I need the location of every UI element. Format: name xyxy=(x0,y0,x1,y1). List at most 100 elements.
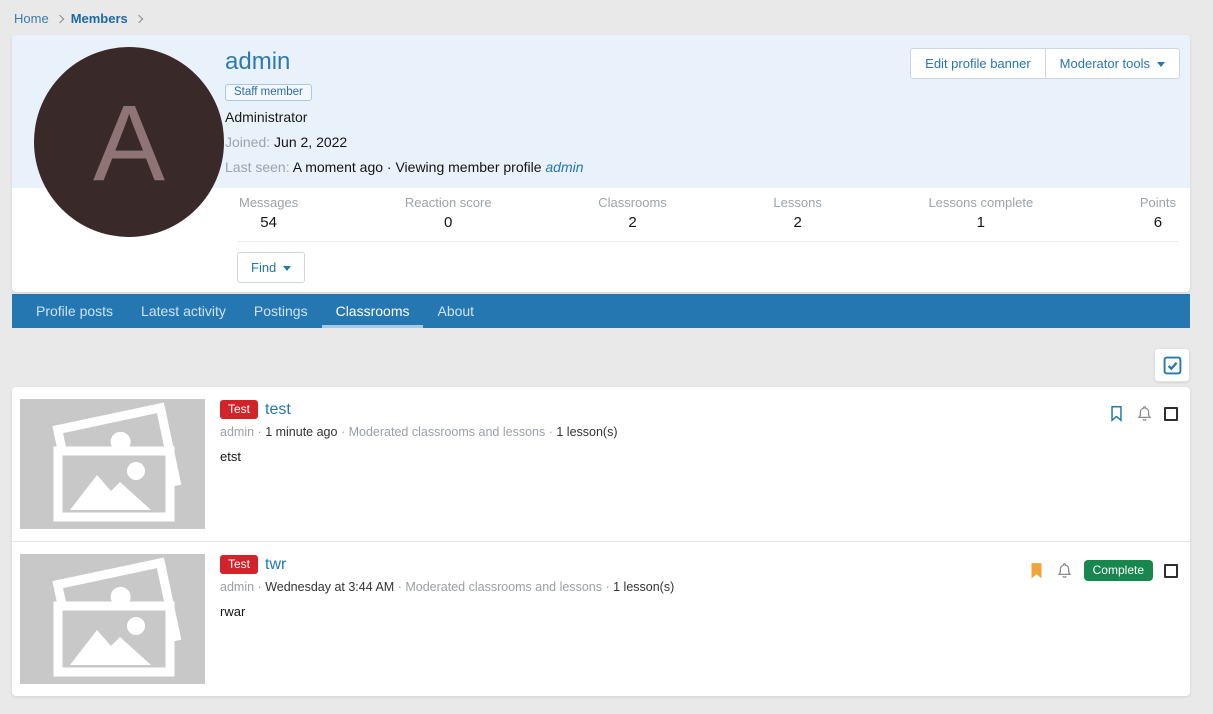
profile-stats: Messages 54 Reaction score 0 Classrooms … xyxy=(237,188,1178,242)
classroom-item: Test test admin · 1 minute ago · Moderat… xyxy=(12,387,1190,541)
stat-label[interactable]: Classrooms xyxy=(598,195,667,210)
bell-icon[interactable] xyxy=(1056,562,1073,579)
user-role: Administrator xyxy=(225,109,1190,125)
edit-profile-banner-button[interactable]: Edit profile banner xyxy=(910,48,1046,79)
caret-down-icon xyxy=(283,266,291,271)
classroom-thumbnail[interactable] xyxy=(20,399,205,529)
dot-separator: · xyxy=(341,425,345,439)
stat-lessons: Lessons 2 xyxy=(773,195,821,231)
moderated-text: Moderated classrooms and lessons xyxy=(349,425,546,439)
classroom-meta: admin · 1 minute ago · Moderated classro… xyxy=(220,425,1108,439)
image-placeholder-icon xyxy=(20,399,205,529)
chevron-right-icon xyxy=(135,15,143,23)
stat-lessons-complete: Lessons complete 1 xyxy=(928,195,1033,231)
stat-label[interactable]: Lessons xyxy=(773,195,821,210)
dot-separator: · xyxy=(258,425,262,439)
profile-lower: Messages 54 Reaction score 0 Classrooms … xyxy=(225,188,1190,283)
edit-profile-banner-label: Edit profile banner xyxy=(925,56,1031,71)
profile-header-card: Edit profile banner Moderator tools admi… xyxy=(12,35,1190,292)
stat-value: 54 xyxy=(239,214,298,231)
lesson-count: 1 lesson(s) xyxy=(613,580,674,594)
list-toolbar xyxy=(12,348,1190,382)
tab-profile-posts[interactable]: Profile posts xyxy=(22,294,127,328)
classroom-thumbnail[interactable] xyxy=(20,554,205,684)
breadcrumb-members[interactable]: Members xyxy=(71,11,128,26)
page: Home Members Edit profile banner Moderat… xyxy=(0,0,1213,696)
prefix-badge[interactable]: Test xyxy=(220,400,258,419)
timestamp-link[interactable]: Wednesday at 3:44 AM xyxy=(265,580,394,594)
stat-reaction-score: Reaction score 0 xyxy=(405,195,492,231)
bell-icon[interactable] xyxy=(1136,405,1153,422)
stat-points: Points 6 xyxy=(1140,195,1176,231)
tab-classrooms[interactable]: Classrooms xyxy=(322,294,424,328)
dot-separator: · xyxy=(387,159,392,175)
caret-down-icon xyxy=(1157,62,1165,67)
joined-label: Joined: xyxy=(225,134,270,150)
bookmark-filled-icon[interactable] xyxy=(1028,562,1045,579)
stat-value: 2 xyxy=(773,214,821,231)
dot-separator: · xyxy=(549,425,553,439)
lesson-count: 1 lesson(s) xyxy=(556,425,617,439)
check-square-icon xyxy=(1163,356,1182,375)
profile-header-buttons: Edit profile banner Moderator tools xyxy=(910,48,1180,79)
classrooms-list: Test test admin · 1 minute ago · Moderat… xyxy=(12,387,1190,696)
breadcrumb: Home Members xyxy=(0,0,1213,35)
staff-member-badge: Staff member xyxy=(225,84,312,101)
stat-value: 1 xyxy=(928,214,1033,231)
author-link[interactable]: admin xyxy=(220,425,254,439)
stat-label[interactable]: Points xyxy=(1140,195,1176,210)
classroom-item-actions xyxy=(1108,399,1178,422)
moderator-tools-button[interactable]: Moderator tools xyxy=(1045,48,1180,79)
stat-messages: Messages 54 xyxy=(239,195,298,231)
author-link[interactable]: admin xyxy=(220,580,254,594)
timestamp-link[interactable]: 1 minute ago xyxy=(265,425,337,439)
classroom-title-link[interactable]: twr xyxy=(265,556,286,574)
dot-separator: · xyxy=(605,580,609,594)
joined-value: Jun 2, 2022 xyxy=(274,134,347,150)
classroom-meta: admin · Wednesday at 3:44 AM · Moderated… xyxy=(220,580,1028,594)
stat-label[interactable]: Lessons complete xyxy=(928,195,1033,210)
select-checkbox[interactable] xyxy=(1164,407,1178,421)
stat-classrooms: Classrooms 2 xyxy=(598,195,667,231)
classroom-item-main: Test test admin · 1 minute ago · Moderat… xyxy=(220,399,1108,529)
select-all-button[interactable] xyxy=(1154,348,1190,382)
tab-about[interactable]: About xyxy=(423,294,488,328)
stat-value: 6 xyxy=(1140,214,1176,231)
classroom-item-actions: Complete xyxy=(1028,554,1178,581)
last-seen-value: A moment ago xyxy=(293,159,383,175)
classroom-item-main: Test twr admin · Wednesday at 3:44 AM · … xyxy=(220,554,1028,684)
complete-badge: Complete xyxy=(1084,560,1153,581)
last-seen-line: Last seen: A moment ago · Viewing member… xyxy=(225,159,1190,175)
prefix-badge[interactable]: Test xyxy=(220,555,258,574)
stat-label[interactable]: Reaction score xyxy=(405,195,492,210)
viewing-text: Viewing member profile xyxy=(395,159,541,175)
classroom-title-row: Test test xyxy=(220,400,1108,419)
find-button-label: Find xyxy=(251,260,276,275)
dot-separator: · xyxy=(258,580,262,594)
last-seen-label: Last seen: xyxy=(225,159,290,175)
classroom-description: etst xyxy=(220,449,1108,464)
bookmark-icon[interactable] xyxy=(1108,405,1125,422)
viewing-profile-link[interactable]: admin xyxy=(545,159,583,175)
moderator-tools-label: Moderator tools xyxy=(1060,56,1150,71)
image-placeholder-icon xyxy=(20,554,205,684)
classroom-title-row: Test twr xyxy=(220,555,1028,574)
avatar-letter: A xyxy=(93,80,165,205)
select-checkbox[interactable] xyxy=(1164,564,1178,578)
classroom-item: Test twr admin · Wednesday at 3:44 AM · … xyxy=(12,541,1190,696)
find-button[interactable]: Find xyxy=(237,252,305,283)
breadcrumb-home[interactable]: Home xyxy=(14,11,49,26)
tab-latest-activity[interactable]: Latest activity xyxy=(127,294,240,328)
classroom-description: rwar xyxy=(220,604,1028,619)
chevron-right-icon xyxy=(55,15,63,23)
stat-label[interactable]: Messages xyxy=(239,195,298,210)
classroom-title-link[interactable]: test xyxy=(265,401,291,419)
stat-value: 0 xyxy=(405,214,492,231)
profile-tabs: Profile posts Latest activity Postings C… xyxy=(12,294,1190,328)
stat-value: 2 xyxy=(598,214,667,231)
joined-line: Joined: Jun 2, 2022 xyxy=(225,134,1190,150)
avatar[interactable]: A xyxy=(34,47,224,237)
dot-separator: · xyxy=(398,580,402,594)
moderated-text: Moderated classrooms and lessons xyxy=(405,580,602,594)
tab-postings[interactable]: Postings xyxy=(240,294,322,328)
